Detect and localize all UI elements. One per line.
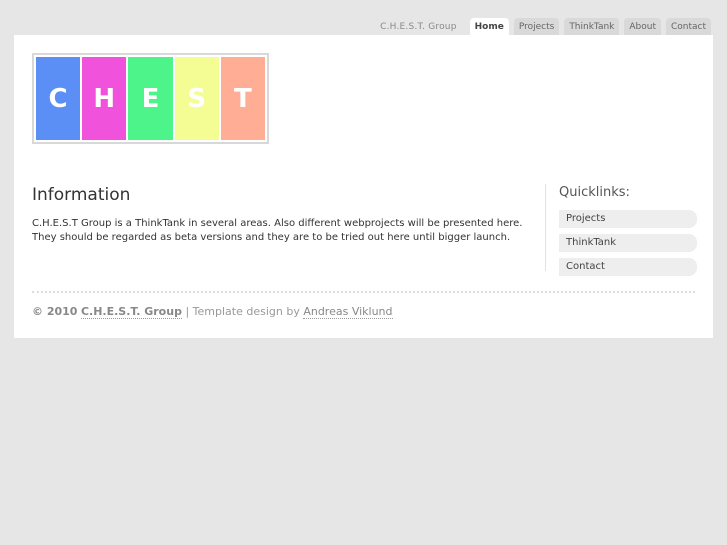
logo-block-e: E (128, 57, 173, 140)
page-title: Information (32, 185, 131, 205)
footer-author-link[interactable]: Andreas Viklund (303, 305, 393, 319)
quicklink-thinktank[interactable]: ThinkTank (559, 234, 697, 252)
chest-logo[interactable]: C H E S T (32, 53, 269, 144)
column-divider (545, 184, 546, 271)
content-panel: C H E S T Information C.H.E.S.T Group is… (14, 35, 713, 338)
logo-block-c: C (36, 57, 81, 140)
quicklink-projects[interactable]: Projects (559, 210, 697, 228)
footer-divider (32, 291, 695, 293)
footer-template-text: | Template design by (185, 305, 300, 318)
main-content: Information C.H.E.S.T Group is a ThinkTa… (32, 185, 527, 244)
quicklinks-heading: Quicklinks: (559, 185, 630, 200)
footer-group-link[interactable]: C.H.E.S.T. Group (80, 305, 182, 319)
quicklink-contact[interactable]: Contact (559, 258, 697, 276)
logo-block-h: H (82, 57, 127, 140)
footer: © 2010 C.H.E.S.T. Group | Template desig… (32, 305, 393, 319)
quicklinks-sidebar: Quicklinks: Projects ThinkTank Contact (559, 185, 697, 282)
logo-block-s: S (174, 57, 219, 140)
footer-copyright: © 2010 (32, 305, 78, 318)
logo-block-t: T (220, 57, 266, 140)
intro-text: C.H.E.S.T Group is a ThinkTank in severa… (32, 218, 523, 243)
